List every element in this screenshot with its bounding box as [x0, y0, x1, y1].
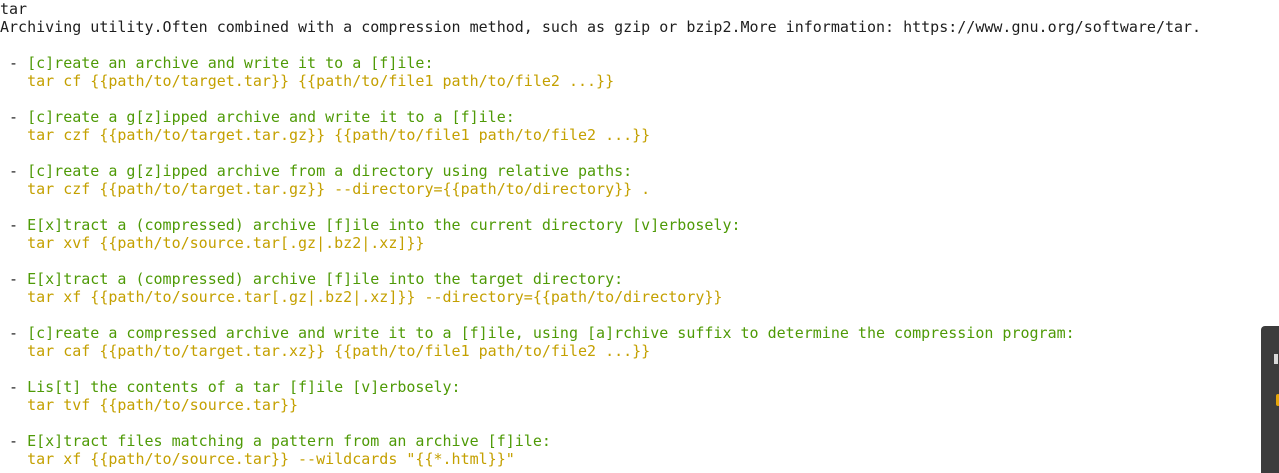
panel-notch-icon: [1274, 354, 1278, 364]
example-description: E[x]tract files matching a pattern from …: [27, 432, 551, 450]
example-command-line: tar czf {{path/to/target.tar.gz}} --dire…: [0, 180, 1260, 198]
example-command-line: tar xvf {{path/to/source.tar[.gz|.bz2|.x…: [0, 234, 1260, 252]
example-command[interactable]: tar xvf {{path/to/source.tar[.gz|.bz2|.x…: [27, 234, 424, 252]
example-command[interactable]: tar cf {{path/to/target.tar}} {{path/to/…: [27, 72, 614, 90]
example-description: [c]reate a compressed archive and write …: [27, 324, 1075, 342]
example-entry: - E[x]tract files matching a pattern fro…: [0, 432, 1260, 468]
example-entry: - E[x]tract a (compressed) archive [f]il…: [0, 270, 1260, 324]
bullet-marker: -: [9, 270, 28, 288]
example-list: - [c]reate an archive and write it to a …: [0, 54, 1260, 468]
example-entry: - [c]reate a compressed archive and writ…: [0, 324, 1260, 378]
example-command[interactable]: tar tvf {{path/to/source.tar}}: [27, 396, 298, 414]
bullet-marker: -: [9, 108, 28, 126]
bullet-marker: -: [9, 54, 28, 72]
example-description: [c]reate a g[z]ipped archive and write i…: [27, 108, 515, 126]
man-title: tar: [0, 0, 28, 18]
example-description-line: - Lis[t] the contents of a tar [f]ile [v…: [0, 378, 1260, 396]
example-entry: - E[x]tract a (compressed) archive [f]il…: [0, 216, 1260, 270]
bullet-marker: -: [9, 216, 28, 234]
example-command[interactable]: tar xf {{path/to/source.tar}} --wildcard…: [27, 450, 515, 468]
example-description: [c]reate an archive and write it to a [f…: [27, 54, 434, 72]
example-description-line: - [c]reate a compressed archive and writ…: [0, 324, 1260, 342]
bullet-marker: -: [9, 324, 28, 342]
example-command-line: tar caf {{path/to/target.tar.xz}} {{path…: [0, 342, 1260, 360]
example-command-line: tar czf {{path/to/target.tar.gz}} {{path…: [0, 126, 1260, 144]
example-description: E[x]tract a (compressed) archive [f]ile …: [27, 270, 624, 288]
example-entry: - [c]reate a g[z]ipped archive from a di…: [0, 162, 1260, 216]
example-description-line: - E[x]tract a (compressed) archive [f]il…: [0, 216, 1260, 234]
example-description: Lis[t] the contents of a tar [f]ile [v]e…: [27, 378, 461, 396]
example-command-line: tar xf {{path/to/source.tar}} --wildcard…: [0, 450, 1260, 468]
bullet-marker: -: [9, 162, 28, 180]
example-command[interactable]: tar czf {{path/to/target.tar.gz}} --dire…: [27, 180, 650, 198]
example-entry: - Lis[t] the contents of a tar [f]ile [v…: [0, 378, 1260, 432]
example-command-line: tar cf {{path/to/target.tar}} {{path/to/…: [0, 72, 1260, 90]
example-command-line: tar xf {{path/to/source.tar[.gz|.bz2|.xz…: [0, 288, 1260, 306]
example-description: E[x]tract a (compressed) archive [f]ile …: [27, 216, 741, 234]
example-command[interactable]: tar czf {{path/to/target.tar.gz}} {{path…: [27, 126, 650, 144]
example-description-line: - [c]reate an archive and write it to a …: [0, 54, 1260, 72]
example-description-line: - [c]reate a g[z]ipped archive from a di…: [0, 162, 1260, 180]
terminal-output: tar Archiving utility.Often combined wit…: [0, 0, 1260, 468]
side-panel-edge[interactable]: [1261, 326, 1279, 473]
man-summary: Archiving utility.Often combined with a …: [0, 18, 1202, 36]
example-entry: - [c]reate a g[z]ipped archive and write…: [0, 108, 1260, 162]
example-description-line: - E[x]tract files matching a pattern fro…: [0, 432, 1260, 450]
example-command[interactable]: tar xf {{path/to/source.tar[.gz|.bz2|.xz…: [27, 288, 722, 306]
bullet-marker: -: [9, 378, 28, 396]
bullet-marker: -: [9, 432, 28, 450]
example-description-line: - [c]reate a g[z]ipped archive and write…: [0, 108, 1260, 126]
example-description: [c]reate a g[z]ipped archive from a dire…: [27, 162, 633, 180]
example-description-line: - E[x]tract a (compressed) archive [f]il…: [0, 270, 1260, 288]
example-command[interactable]: tar caf {{path/to/target.tar.xz}} {{path…: [27, 342, 650, 360]
example-command-line: tar tvf {{path/to/source.tar}}: [0, 396, 1260, 414]
example-entry: - [c]reate an archive and write it to a …: [0, 54, 1260, 108]
